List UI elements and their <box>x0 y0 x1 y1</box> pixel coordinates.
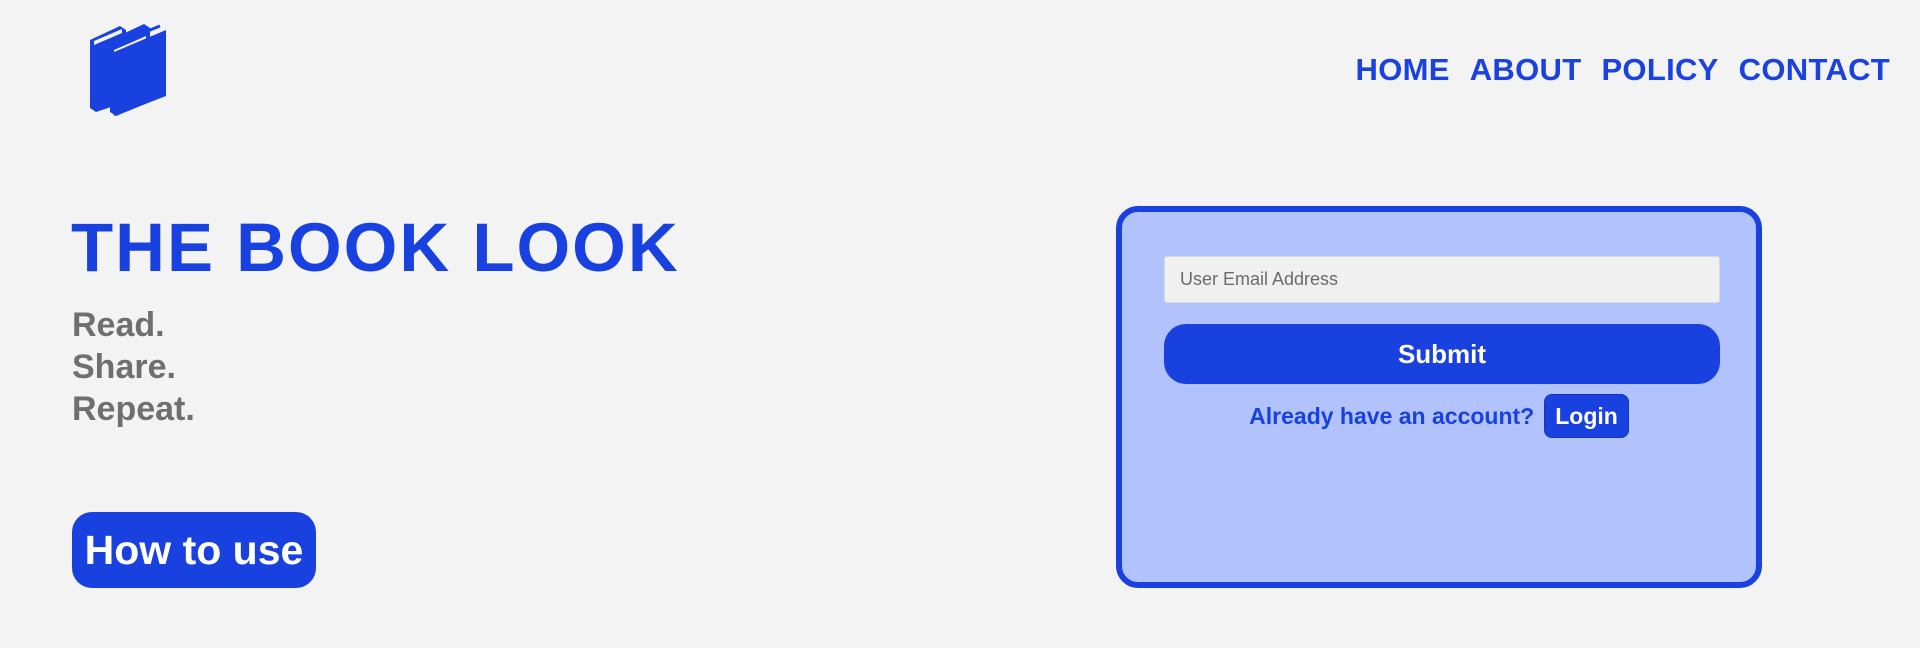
nav-policy-link[interactable]: POLICY <box>1601 52 1718 88</box>
tagline-line: Repeat. <box>72 390 195 428</box>
how-to-use-button[interactable]: How to use <box>72 512 316 588</box>
tagline-line: Read. <box>72 306 165 344</box>
page-title: THE BOOK LOOK <box>71 209 680 286</box>
login-button[interactable]: Login <box>1544 394 1629 438</box>
account-prompt: Already have an account? <box>1249 402 1535 429</box>
email-input[interactable] <box>1164 256 1720 303</box>
submit-button[interactable]: Submit <box>1164 324 1720 384</box>
nav-home-link[interactable]: HOME <box>1356 52 1450 88</box>
nav-contact-link[interactable]: CONTACT <box>1739 52 1890 88</box>
nav-about-link[interactable]: ABOUT <box>1470 52 1582 88</box>
tagline-line: Share. <box>72 348 176 386</box>
account-row: Already have an account? Login <box>1122 394 1756 438</box>
tagline: Read. Share. Repeat. <box>72 304 195 430</box>
signup-card: Submit Already have an account? Login <box>1116 206 1762 588</box>
main-nav: HOME ABOUT POLICY CONTACT <box>1336 52 1890 88</box>
books-icon[interactable] <box>86 24 170 118</box>
landing-page: HOME ABOUT POLICY CONTACT THE BOOK LOOK … <box>0 0 1920 648</box>
